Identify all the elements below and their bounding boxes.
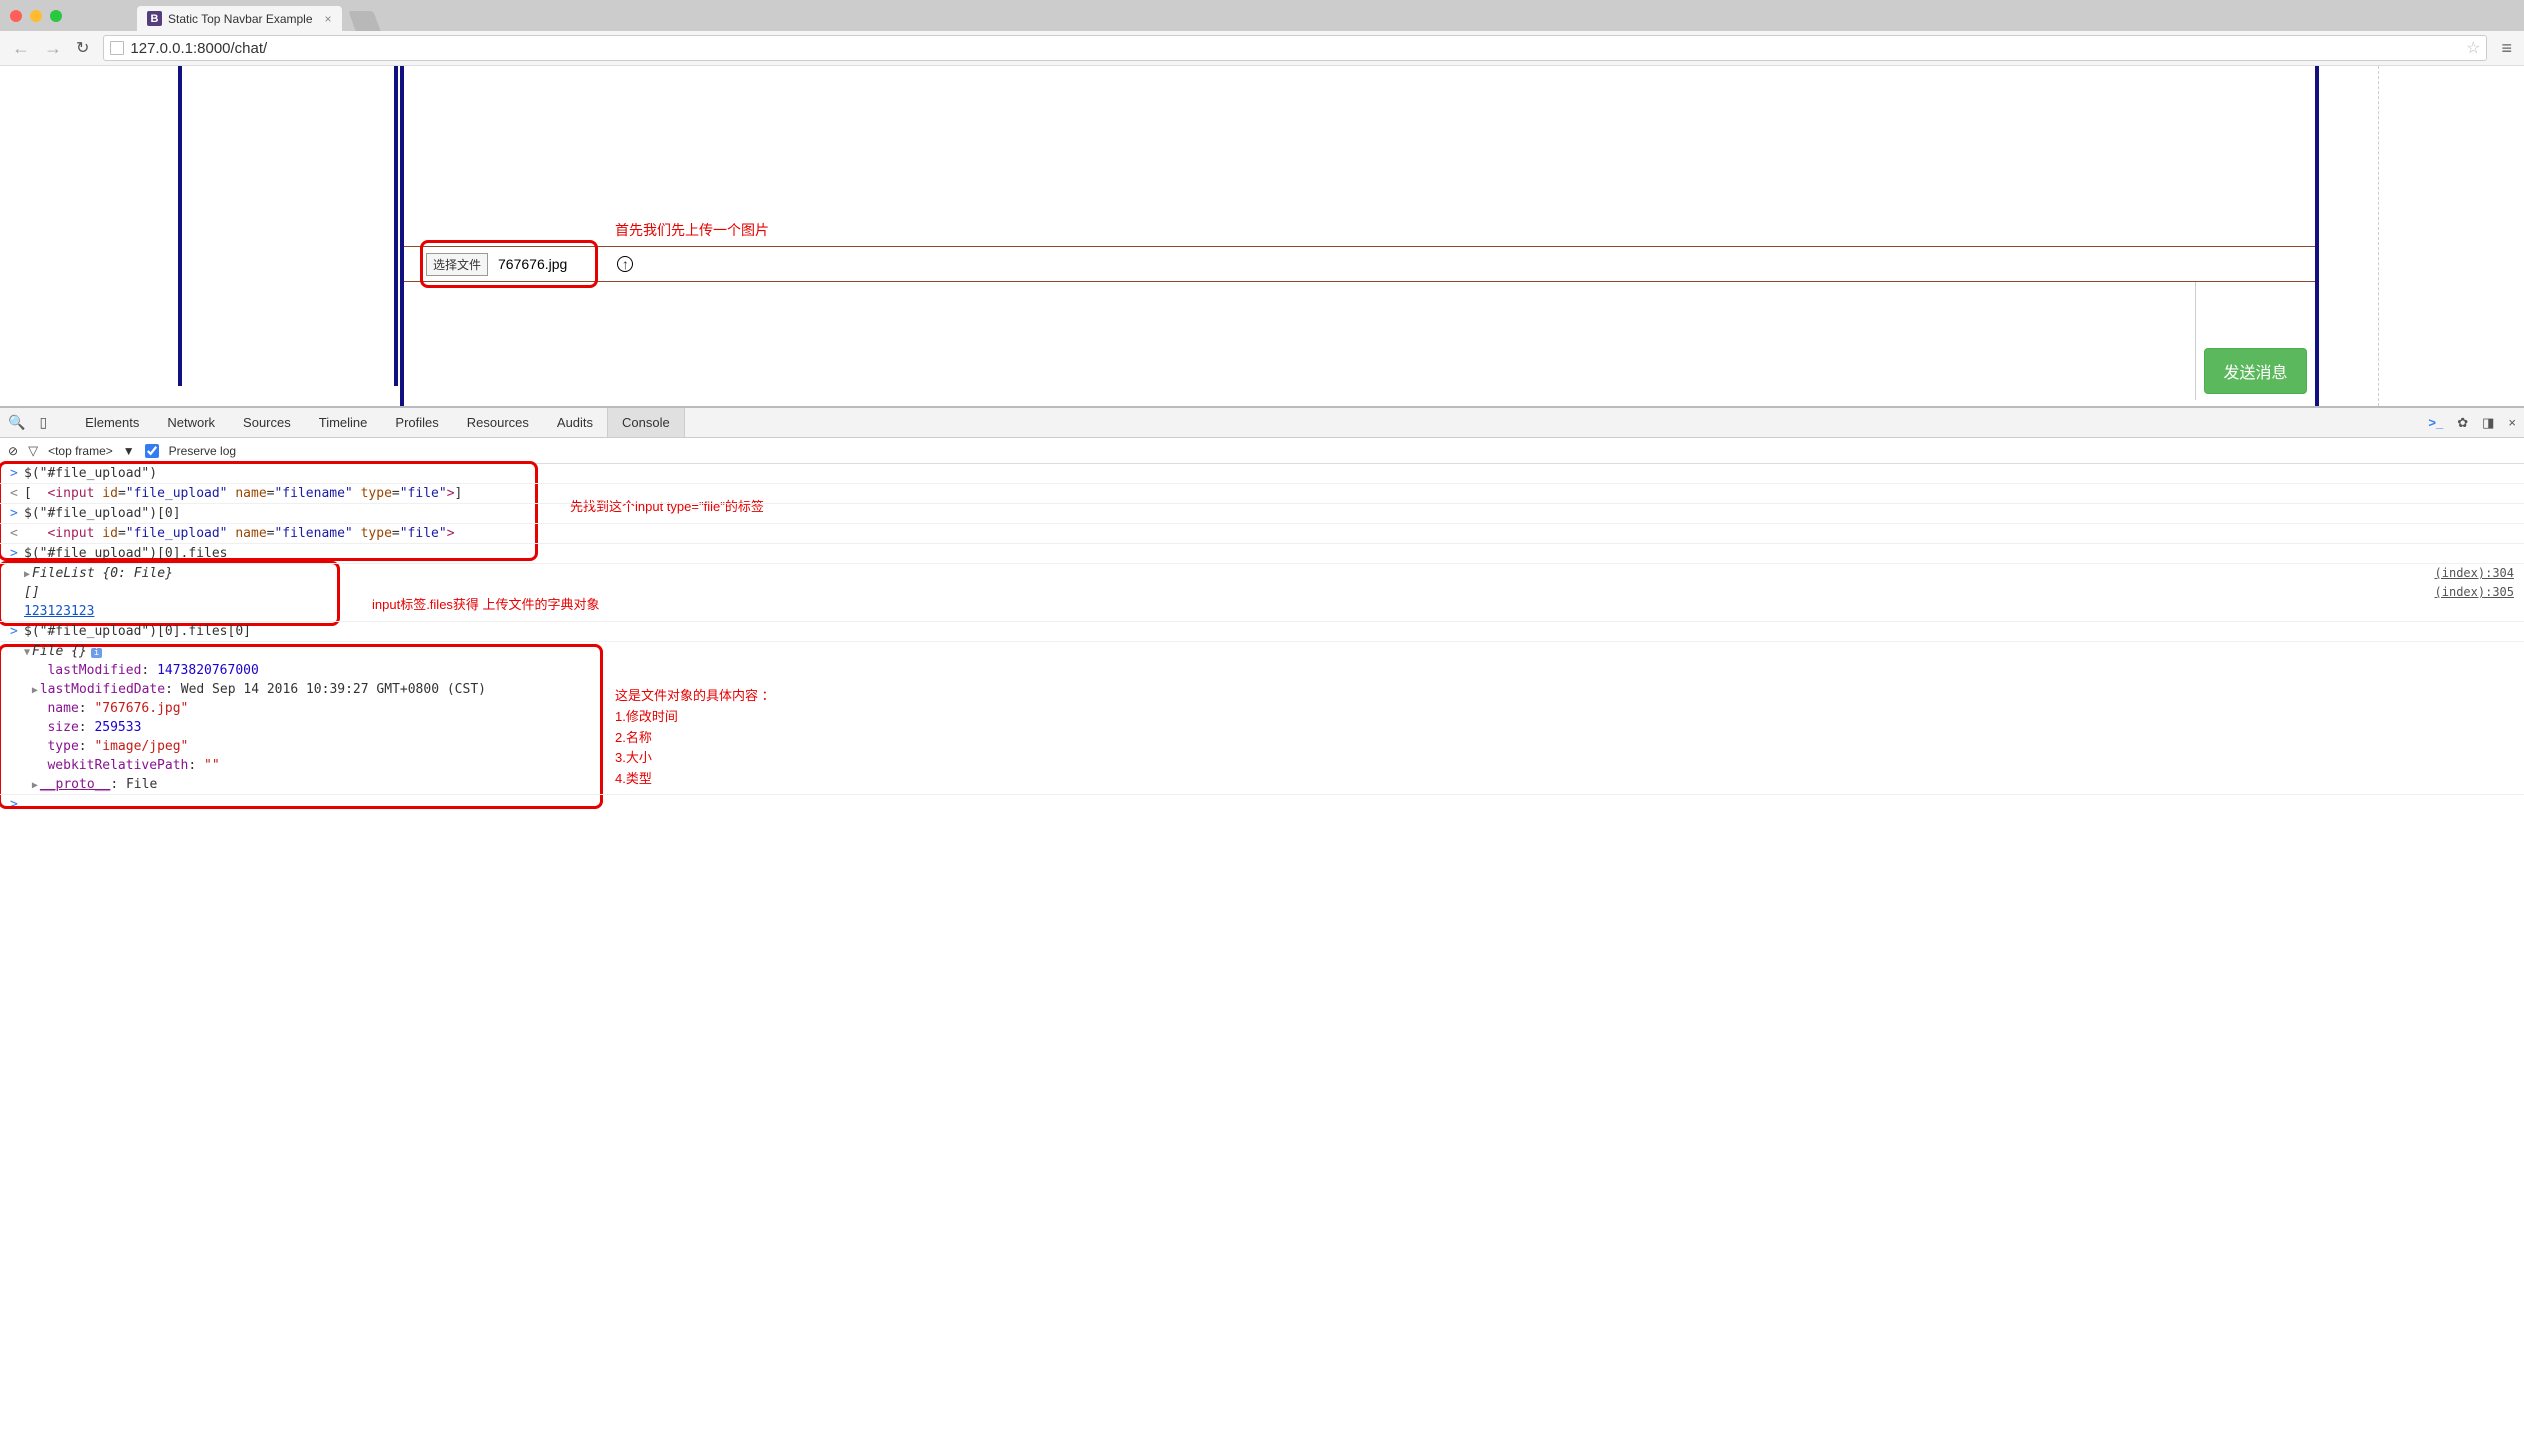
tab-audits[interactable]: Audits [543,408,607,437]
source-link-305[interactable]: (index):305 [2435,585,2514,599]
tab-resources[interactable]: Resources [453,408,543,437]
url-text: 127.0.0.1:8000/chat/ [130,40,267,57]
file-prop-lastmodified: lastModified: 1473820767000 [0,661,2524,680]
clear-console-icon[interactable]: ⊘ [8,444,18,458]
file-prop-proto: ▶__proto__: File [0,775,2524,795]
browser-nav-bar: ← → ↻ 127.0.0.1:8000/chat/ ☆ ≡ [0,31,2524,66]
device-mode-icon[interactable]: ▯ [39,414,47,431]
tab-console[interactable]: Console [607,408,685,437]
upload-icon[interactable]: ↑ [617,256,633,272]
send-panel: 发送消息 [2195,282,2315,400]
console-line-input-2[interactable]: > $("#file_upload")[0] [0,504,2524,524]
selected-file-name: 767676.jpg [498,256,567,272]
maximize-window-button[interactable] [50,10,62,22]
tab-timeline[interactable]: Timeline [305,408,382,437]
frame-selector[interactable]: <top frame> [48,444,113,458]
dock-side-icon[interactable]: ◨ [2482,415,2494,431]
tab-sources[interactable]: Sources [229,408,305,437]
preserve-log-label: Preserve log [169,444,236,458]
hamburger-menu-icon[interactable]: ≡ [2501,38,2512,59]
tab-elements[interactable]: Elements [71,408,153,437]
expand-triangle-down-icon[interactable]: ▼ [24,647,30,658]
reload-button[interactable]: ↻ [76,38,89,58]
expand-triangle-icon[interactable]: ▶ [32,685,38,696]
address-bar[interactable]: 127.0.0.1:8000/chat/ ☆ [103,35,2487,61]
filter-icon[interactable]: ▽ [28,443,38,459]
info-badge-icon[interactable]: i [91,648,102,658]
devtools-toolbar: 🔍 ▯ Elements Network Sources Timeline Pr… [0,408,2524,438]
console-line-file-header: ▼ File {} i [0,642,2524,661]
send-message-button[interactable]: 发送消息 [2204,348,2306,394]
upload-row: 选择文件 767676.jpg ↑ [404,246,2315,282]
devtools-panel: 🔍 ▯ Elements Network Sources Timeline Pr… [0,406,2524,818]
close-window-button[interactable] [10,10,22,22]
right-margin-guide [2378,66,2379,406]
page-icon [110,41,124,55]
new-tab-button[interactable] [348,11,380,31]
file-prop-lastmodifieddate: ▶lastModifiedDate: Wed Sep 14 2016 10:39… [0,680,2524,699]
console-subbar: ⊘ ▽ <top frame> ▼ Preserve log [0,438,2524,464]
window-titlebar: B Static Top Navbar Example × [0,0,2524,31]
console-line-output-5: 123123123 [0,602,2524,622]
file-prop-webkit: webkitRelativePath: "" [0,756,2524,775]
back-button[interactable]: ← [12,38,30,59]
bootstrap-favicon: B [147,11,162,26]
tab-bar: B Static Top Navbar Example × [137,0,377,31]
tab-network[interactable]: Network [153,408,229,437]
preserve-log-checkbox[interactable] [145,444,159,458]
devtools-right-icons: >_ ✿ ◨ × [2428,415,2516,431]
show-drawer-icon[interactable]: >_ [2428,415,2443,430]
sidebar-column [178,66,398,386]
traffic-lights [10,10,62,22]
expand-triangle-icon[interactable]: ▶ [24,569,30,580]
settings-gear-icon[interactable]: ✿ [2457,415,2468,431]
tab-profiles[interactable]: Profiles [381,408,452,437]
file-prop-type: type: "image/jpeg" [0,737,2524,756]
frame-dropdown-icon[interactable]: ▼ [123,444,135,458]
inspect-icon[interactable]: 🔍 [8,414,25,431]
expand-triangle-icon[interactable]: ▶ [32,780,38,791]
console-line-output-2: < <input id="file_upload" name="filename… [0,524,2524,544]
tab-title: Static Top Navbar Example [168,12,313,26]
forward-button[interactable]: → [44,38,62,59]
choose-file-button[interactable]: 选择文件 [426,253,488,276]
console-line-input-4[interactable]: > $("#file_upload")[0].files[0] [0,622,2524,642]
close-tab-icon[interactable]: × [325,12,332,26]
annotation-upload-text: 首先我们先上传一个图片 [615,220,769,240]
page-viewport: 选择文件 767676.jpg ↑ 发送消息 首先我们先上传一个图片 [0,66,2524,406]
minimize-window-button[interactable] [30,10,42,22]
console-line-output-4: [] (index):305 [0,583,2524,602]
console-line-input-1[interactable]: > $("#file_upload") [0,464,2524,484]
console-line-output-1: < [ <input id="file_upload" name="filena… [0,484,2524,504]
file-prop-name: name: "767676.jpg" [0,699,2524,718]
console-line-output-3: ▶ FileList {0: File} (index):304 [0,564,2524,583]
browser-tab[interactable]: B Static Top Navbar Example × [137,6,342,31]
console-prompt[interactable]: > [0,795,2524,814]
console-output: 先找到这个input type="file"的标签 input标签.files获… [0,464,2524,818]
console-line-input-3[interactable]: > $("#file_upload")[0].files [0,544,2524,564]
devtools-tabs: Elements Network Sources Timeline Profil… [71,408,685,437]
close-devtools-icon[interactable]: × [2508,415,2516,430]
bookmark-star-icon[interactable]: ☆ [2466,38,2480,58]
file-prop-size: size: 259533 [0,718,2524,737]
source-link-304[interactable]: (index):304 [2435,566,2514,580]
message-area: 发送消息 [404,282,2315,406]
